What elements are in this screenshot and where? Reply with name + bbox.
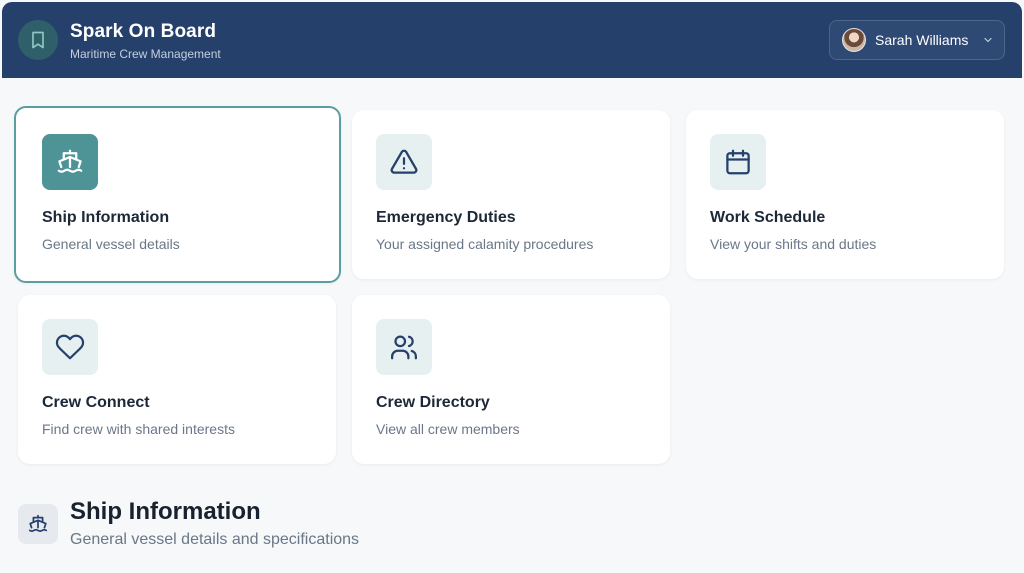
card-emergency-duties[interactable]: Emergency Duties Your assigned calamity … [352, 110, 670, 279]
ship-icon [18, 504, 58, 544]
card-crew-connect[interactable]: Crew Connect Find crew with shared inter… [18, 295, 336, 464]
card-crew-directory[interactable]: Crew Directory View all crew members [352, 295, 670, 464]
app-frame: Spark On Board Maritime Crew Management … [2, 2, 1022, 571]
users-icon [376, 319, 432, 375]
alert-triangle-icon [376, 134, 432, 190]
section-subtitle: General vessel details and specification… [70, 531, 360, 548]
card-title: Work Schedule [710, 209, 826, 226]
user-menu-button[interactable]: Sarah Williams [829, 20, 1005, 60]
bookmark-icon [18, 20, 58, 60]
card-title: Ship Information [42, 209, 170, 226]
card-description: General vessel details [42, 236, 180, 252]
card-title: Crew Connect [42, 394, 150, 411]
heart-icon [42, 319, 98, 375]
card-title: Crew Directory [376, 394, 490, 411]
card-title: Emergency Duties [376, 209, 516, 226]
user-name: Sarah Williams [875, 32, 969, 48]
card-description: Find crew with shared interests [42, 421, 235, 437]
ship-icon [42, 134, 98, 190]
avatar [842, 28, 866, 52]
chevron-down-icon [982, 34, 994, 46]
card-description: Your assigned calamity procedures [376, 236, 594, 252]
section-title: Ship Information [70, 498, 261, 525]
card-description: View all crew members [376, 421, 520, 437]
app-header: Spark On Board Maritime Crew Management … [2, 2, 1022, 78]
calendar-icon [710, 134, 766, 190]
card-description: View your shifts and duties [710, 236, 877, 252]
card-ship-information[interactable]: Ship Information General vessel details [14, 106, 341, 283]
app-title: Spark On Board [70, 21, 217, 42]
card-work-schedule[interactable]: Work Schedule View your shifts and dutie… [686, 110, 1004, 279]
app-subtitle: Maritime Crew Management [70, 47, 221, 61]
